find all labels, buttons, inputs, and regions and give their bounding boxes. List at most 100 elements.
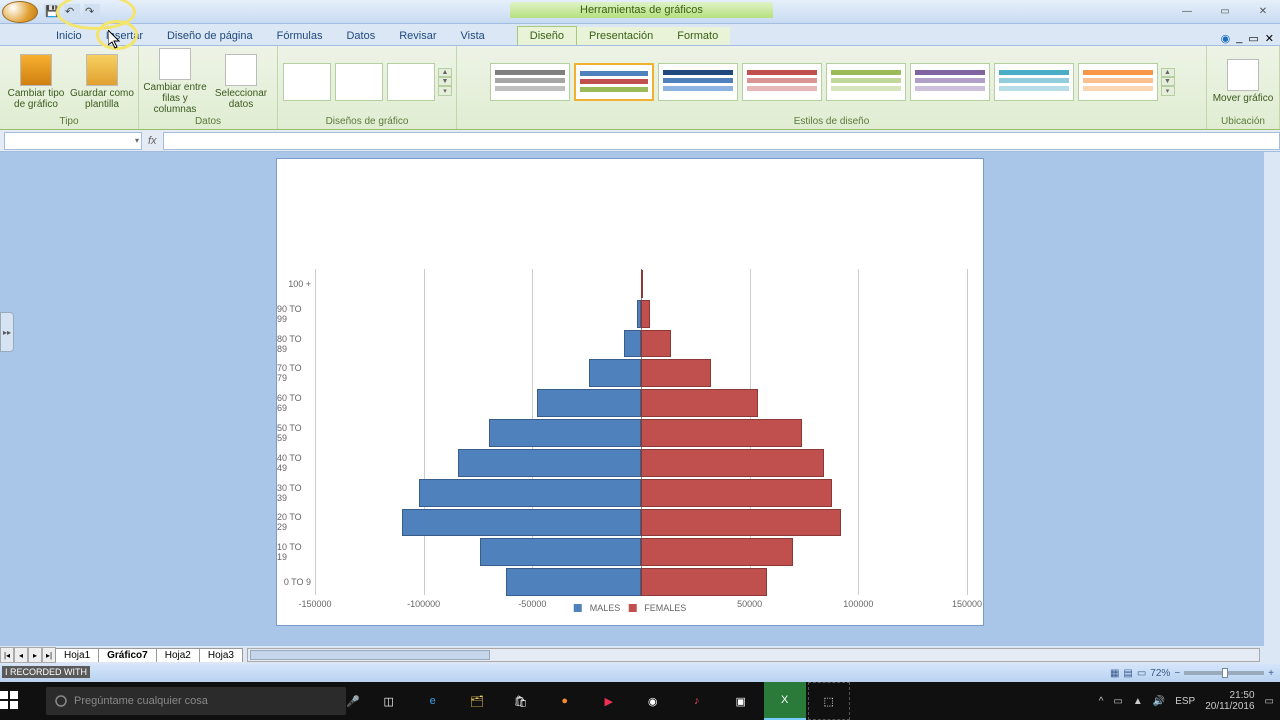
style-more-icon[interactable]: ▾	[1161, 86, 1175, 96]
save-icon[interactable]: 💾	[44, 4, 60, 20]
style-up-icon[interactable]: ▲	[1161, 68, 1175, 77]
bar-male[interactable]	[624, 330, 641, 358]
chart-layout-3[interactable]	[387, 63, 435, 101]
bar-female[interactable]	[641, 449, 824, 477]
excel-icon[interactable]: X	[764, 682, 806, 720]
chart-legend[interactable]: MALES FEMALES	[574, 603, 687, 613]
chart-style-7[interactable]	[994, 63, 1074, 101]
bar-female[interactable]	[641, 509, 841, 537]
office-button[interactable]	[2, 1, 38, 23]
fx-icon[interactable]: fx	[148, 135, 157, 147]
chart-style-2[interactable]	[574, 63, 654, 101]
sheet-prev-icon[interactable]: ◂	[14, 647, 28, 663]
tab-vista[interactable]: Vista	[449, 27, 497, 45]
edge-icon[interactable]: e	[412, 682, 454, 720]
chart-style-5[interactable]	[826, 63, 906, 101]
close-button[interactable]: ✕	[1250, 4, 1276, 20]
bar-female[interactable]	[641, 568, 767, 596]
zoom-percent[interactable]: 72%	[1150, 668, 1170, 679]
mic-icon[interactable]: 🎤	[346, 695, 360, 708]
tray-up-icon[interactable]: ^	[1099, 696, 1104, 707]
layout-more-icon[interactable]: ▾	[438, 86, 452, 96]
notifications-icon[interactable]: ▭	[1265, 696, 1274, 707]
chart-style-4[interactable]	[742, 63, 822, 101]
bar-male[interactable]	[480, 538, 641, 566]
chart-layout-2[interactable]	[335, 63, 383, 101]
name-box[interactable]	[4, 132, 142, 150]
store-icon[interactable]: 🛍	[500, 682, 542, 720]
file-explorer-icon[interactable]: 🗂	[456, 682, 498, 720]
chart-object[interactable]: 0 TO 910 TO 1920 TO 2930 TO 3940 TO 4950…	[276, 158, 984, 626]
style-down-icon[interactable]: ▼	[1161, 77, 1175, 86]
wifi-icon[interactable]: ▲	[1133, 696, 1143, 707]
chart-layout-1[interactable]	[283, 63, 331, 101]
sheet-tab-hoja3[interactable]: Hoja3	[199, 648, 243, 662]
bar-female[interactable]	[641, 389, 758, 417]
view-pagebreak-icon[interactable]: ▭	[1137, 668, 1146, 679]
bar-female[interactable]	[641, 330, 671, 358]
tab-presentacion[interactable]: Presentación	[577, 27, 665, 45]
view-layout-icon[interactable]: ▤	[1123, 668, 1132, 679]
close-doc-icon[interactable]: ✕	[1265, 32, 1274, 45]
bar-male[interactable]	[506, 568, 641, 596]
zoom-slider[interactable]	[1184, 671, 1264, 675]
task-view-icon[interactable]: ◫	[368, 682, 410, 720]
task-pane-toggle[interactable]: ▸▸	[0, 312, 14, 352]
maximize-button[interactable]: ▭	[1212, 4, 1238, 20]
chart-style-1[interactable]	[490, 63, 570, 101]
chart-style-8[interactable]	[1078, 63, 1158, 101]
bar-female[interactable]	[641, 270, 643, 298]
layout-down-icon[interactable]: ▼	[438, 77, 452, 86]
tab-insertar[interactable]: Insertar	[94, 27, 155, 45]
tab-inicio[interactable]: Inicio	[44, 27, 94, 45]
sheet-tab-gráfico7[interactable]: Gráfico7	[98, 648, 157, 662]
bar-female[interactable]	[641, 538, 793, 566]
chart-plot-area[interactable]	[315, 269, 965, 595]
clock[interactable]: 21:5020/11/2016	[1205, 690, 1254, 712]
sheet-tab-hoja1[interactable]: Hoja1	[55, 648, 99, 662]
start-button[interactable]	[0, 691, 42, 712]
save-as-template-button[interactable]: Guardar como plantilla	[70, 54, 134, 110]
zoom-out-button[interactable]: −	[1174, 668, 1180, 679]
tab-formato[interactable]: Formato	[665, 27, 730, 45]
cortana-search[interactable]: Pregúntame cualquier cosa	[46, 687, 346, 715]
bar-female[interactable]	[641, 300, 650, 328]
battery-icon[interactable]: ▭	[1113, 696, 1122, 707]
tab-datos[interactable]: Datos	[334, 27, 387, 45]
undo-icon[interactable]: ↶	[64, 4, 80, 20]
bar-female[interactable]	[641, 479, 832, 507]
firefox-icon[interactable]: ●	[544, 682, 586, 720]
bar-male[interactable]	[458, 449, 641, 477]
bar-male[interactable]	[489, 419, 641, 447]
tab-diseno[interactable]: Diseño	[517, 26, 577, 45]
app-icon[interactable]: ▣	[720, 682, 762, 720]
volume-icon[interactable]: 🔊	[1153, 696, 1165, 707]
bar-female[interactable]	[641, 359, 711, 387]
view-normal-icon[interactable]: ▦	[1110, 668, 1119, 679]
restore-doc-icon[interactable]: ▭	[1248, 32, 1258, 45]
minimize-button[interactable]: —	[1174, 4, 1200, 20]
sheet-last-icon[interactable]: ▸|	[42, 647, 56, 663]
itunes-icon[interactable]: ♪	[676, 682, 718, 720]
chart-style-6[interactable]	[910, 63, 990, 101]
sheet-tab-hoja2[interactable]: Hoja2	[156, 648, 200, 662]
language-indicator[interactable]: ESP	[1175, 696, 1195, 707]
help-icon[interactable]: ◉	[1221, 32, 1231, 45]
sheet-first-icon[interactable]: |◂	[0, 647, 14, 663]
bar-female[interactable]	[641, 419, 802, 447]
tab-formulas[interactable]: Fórmulas	[265, 27, 335, 45]
chrome-icon[interactable]: ◉	[632, 682, 674, 720]
sheet-next-icon[interactable]: ▸	[28, 647, 42, 663]
formula-input[interactable]	[163, 132, 1280, 150]
switch-row-column-button[interactable]: Cambiar entre filas y columnas	[143, 48, 207, 115]
media-icon[interactable]: ▶	[588, 682, 630, 720]
horizontal-scrollbar[interactable]	[247, 648, 1260, 662]
bar-male[interactable]	[402, 509, 641, 537]
move-chart-button[interactable]: Mover gráfico	[1211, 59, 1275, 104]
chart-style-3[interactable]	[658, 63, 738, 101]
tab-revisar[interactable]: Revisar	[387, 27, 448, 45]
minimize-doc-icon[interactable]: _	[1236, 32, 1242, 45]
layout-up-icon[interactable]: ▲	[438, 68, 452, 77]
change-chart-type-button[interactable]: Cambiar tipo de gráfico	[4, 54, 68, 110]
bar-male[interactable]	[419, 479, 641, 507]
